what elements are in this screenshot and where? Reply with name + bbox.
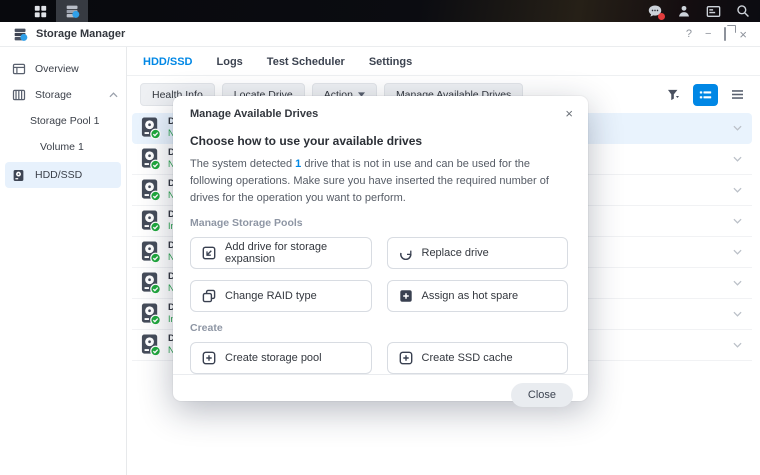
- chevron-down-icon[interactable]: [733, 342, 742, 348]
- sidebar-item-label: Overview: [35, 63, 79, 75]
- list-view-button[interactable]: [725, 84, 750, 106]
- drive-ok-icon: [140, 302, 161, 326]
- tab-bar: HDD/SSD Logs Test Scheduler Settings: [127, 47, 760, 76]
- sidebar-item-label: Storage: [35, 89, 72, 101]
- chevron-down-icon[interactable]: [733, 125, 742, 131]
- chevron-down-icon[interactable]: [733, 218, 742, 224]
- tab-settings[interactable]: Settings: [369, 56, 412, 68]
- window-titlebar: Storage Manager ? − ×: [0, 22, 760, 47]
- raid-layers-icon: [202, 289, 216, 303]
- user-icon[interactable]: [677, 4, 691, 18]
- option-label: Create SSD cache: [422, 352, 513, 364]
- option-label: Add drive for storage expansion: [225, 241, 360, 265]
- manage-available-drives-dialog: Manage Available Drives × Choose how to …: [173, 96, 588, 401]
- drive-ok-icon: [140, 147, 161, 171]
- drive-ok-icon: [140, 116, 161, 140]
- option-label: Create storage pool: [225, 352, 322, 364]
- close-window-button[interactable]: ×: [739, 28, 747, 41]
- sidebar-item-label: Volume 1: [40, 141, 84, 153]
- create-storage-pool-button[interactable]: Create storage pool: [190, 342, 372, 374]
- sidebar-item-volume-1[interactable]: Volume 1: [0, 134, 126, 160]
- sidebar-item-storage-pool-1[interactable]: Storage Pool 1: [0, 108, 126, 134]
- drive-ok-icon: [140, 209, 161, 233]
- notifications-icon[interactable]: [648, 4, 662, 18]
- create-ssd-cache-button[interactable]: Create SSD cache: [387, 342, 569, 374]
- dialog-close-icon[interactable]: ×: [565, 107, 573, 120]
- section-label-create: Create: [190, 322, 568, 334]
- drive-ok-icon: [140, 333, 161, 357]
- sidebar-item-hdd-ssd[interactable]: HDD/SSD: [5, 162, 121, 188]
- desktop-taskbar: [0, 0, 760, 22]
- chevron-down-icon[interactable]: [733, 249, 742, 255]
- dialog-heading: Choose how to use your available drives: [190, 134, 568, 148]
- replace-drive-button[interactable]: Replace drive: [387, 237, 569, 269]
- filter-button[interactable]: [661, 84, 686, 106]
- option-label: Assign as hot spare: [422, 290, 519, 302]
- hdd-icon: [12, 169, 27, 182]
- sidebar-item-label: HDD/SSD: [35, 169, 82, 181]
- dialog-description: The system detected 1 drive that is not …: [190, 156, 568, 207]
- add-drive-expansion-button[interactable]: Add drive for storage expansion: [190, 237, 372, 269]
- change-raid-type-button[interactable]: Change RAID type: [190, 280, 372, 312]
- plus-box-icon: [399, 351, 413, 365]
- option-label: Change RAID type: [225, 290, 317, 302]
- search-icon[interactable]: [736, 4, 750, 18]
- main-menu-button[interactable]: [24, 0, 56, 22]
- taskbar-storage-manager-button[interactable]: [56, 0, 88, 22]
- sidebar: Overview Storage Storage Pool 1 Volume 1…: [0, 47, 127, 475]
- drive-ok-icon: [140, 271, 161, 295]
- refresh-icon: [399, 246, 413, 260]
- sidebar-item-storage[interactable]: Storage: [0, 82, 126, 108]
- chevron-down-icon[interactable]: [733, 311, 742, 317]
- restore-button[interactable]: [724, 29, 726, 40]
- storage-manager-icon: [65, 4, 80, 19]
- sidebar-item-overview[interactable]: Overview: [0, 56, 126, 82]
- tab-hdd-ssd[interactable]: HDD/SSD: [143, 56, 193, 68]
- option-label: Replace drive: [422, 247, 489, 259]
- minimize-button[interactable]: −: [705, 29, 711, 40]
- window-title: Storage Manager: [36, 28, 125, 40]
- expand-drive-icon: [202, 246, 216, 260]
- overview-icon: [12, 62, 27, 76]
- drive-ok-icon: [140, 240, 161, 264]
- drive-ok-icon: [140, 178, 161, 202]
- chevron-down-icon[interactable]: [733, 187, 742, 193]
- storage-icon: [12, 88, 27, 102]
- chevron-down-icon[interactable]: [733, 280, 742, 286]
- tab-logs[interactable]: Logs: [217, 56, 243, 68]
- plus-box-icon: [202, 351, 216, 365]
- description-text: The system detected: [190, 158, 295, 170]
- tab-test-scheduler[interactable]: Test Scheduler: [267, 56, 345, 68]
- notification-badge: [658, 13, 665, 20]
- app-grid-icon: [34, 5, 47, 18]
- sidebar-item-label: Storage Pool 1: [30, 115, 99, 127]
- card-view-button[interactable]: [693, 84, 718, 106]
- dialog-title: Manage Available Drives: [190, 108, 318, 120]
- close-button[interactable]: Close: [511, 383, 573, 407]
- chevron-down-icon[interactable]: [733, 156, 742, 162]
- widgets-icon[interactable]: [706, 4, 721, 19]
- storage-manager-icon: [13, 27, 28, 42]
- hot-spare-icon: [399, 289, 413, 303]
- help-button[interactable]: ?: [686, 29, 692, 40]
- chevron-up-icon[interactable]: [109, 92, 118, 98]
- assign-hot-spare-button[interactable]: Assign as hot spare: [387, 280, 569, 312]
- restore-icon: [724, 27, 726, 41]
- section-label-manage-storage-pools: Manage Storage Pools: [190, 217, 568, 229]
